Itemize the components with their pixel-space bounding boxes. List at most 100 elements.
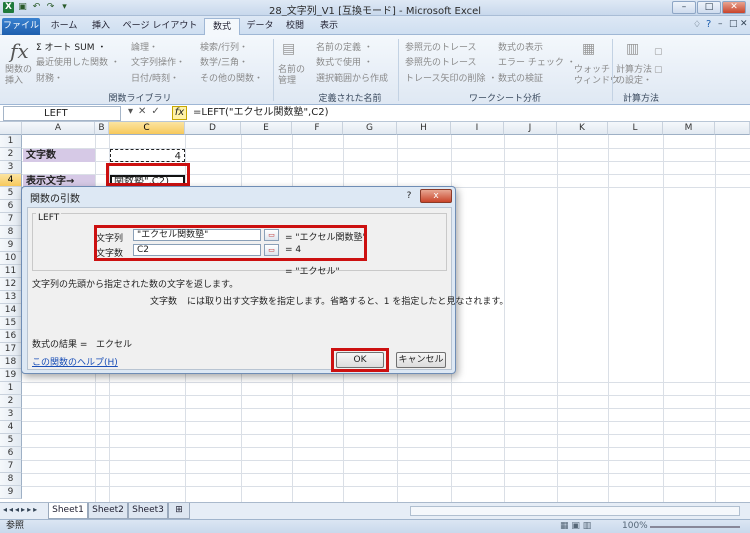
row-header[interactable]: 9 [0, 239, 22, 252]
name-manager-button[interactable]: 名前の 管理 [278, 65, 305, 87]
row-header[interactable]: 16 [0, 330, 22, 343]
column-header[interactable]: C [109, 122, 185, 135]
column-header[interactable]: H [397, 122, 451, 135]
insert-function-button[interactable]: 関数の 挿入 [5, 65, 32, 87]
calc-now-icon[interactable]: ▢ [654, 47, 663, 57]
row-header[interactable]: 7 [0, 460, 22, 473]
row-header[interactable]: 2 [0, 395, 22, 408]
row-header[interactable]: 3 [0, 161, 22, 174]
row-header[interactable]: 12 [0, 278, 22, 291]
dropdown-icon[interactable]: ▾ [128, 106, 133, 117]
maximize-button[interactable]: □ [697, 1, 721, 14]
column-header[interactable]: F [292, 122, 343, 135]
ok-button[interactable]: OK [336, 352, 384, 368]
logical-button[interactable]: 論理・ [131, 40, 158, 53]
function-help-link[interactable]: この関数のヘルプ(H) [32, 355, 118, 368]
arg2-input[interactable]: C2 [133, 244, 261, 256]
autosum-button[interactable]: Σ オート SUM ・ [36, 40, 106, 53]
row-header[interactable]: 18 [0, 356, 22, 369]
column-header[interactable]: A [22, 122, 95, 135]
evaluate-formula-button[interactable]: 数式の検証 [498, 71, 543, 84]
enter-icon[interactable]: ✓ [151, 106, 159, 117]
column-header[interactable]: K [557, 122, 608, 135]
tab-file[interactable]: ファイル [2, 18, 40, 35]
trace-dependents-button[interactable]: 参照先のトレース [405, 55, 477, 68]
row-header[interactable]: 6 [0, 200, 22, 213]
text-functions-button[interactable]: 文字列操作・ [131, 55, 185, 68]
row-header[interactable]: 2 [0, 148, 22, 161]
error-checking-button[interactable]: エラー チェック ・ [498, 55, 576, 68]
row-header[interactable]: 19 [0, 369, 22, 382]
row-header[interactable]: 14 [0, 304, 22, 317]
select-all-corner[interactable] [0, 122, 22, 135]
row-header[interactable]: 17 [0, 343, 22, 356]
arg2-collapse-icon[interactable]: ▭ [264, 244, 279, 256]
row-header[interactable]: 7 [0, 213, 22, 226]
row-header[interactable]: 13 [0, 291, 22, 304]
formula-input[interactable]: =LEFT("エクセル関数塾",C2) [193, 106, 328, 120]
row-header[interactable]: 3 [0, 408, 22, 421]
sheet-tab-3[interactable]: Sheet3 [128, 503, 168, 519]
row-header[interactable]: 11 [0, 265, 22, 278]
column-header[interactable]: L [608, 122, 663, 135]
doc-restore-icon[interactable]: □ [729, 19, 738, 29]
row-header[interactable]: 1 [0, 135, 22, 148]
create-from-selection-button[interactable]: 選択範囲から作成 [316, 71, 388, 84]
row-header[interactable]: 8 [0, 473, 22, 486]
row-header[interactable]: 15 [0, 317, 22, 330]
row-header[interactable]: 1 [0, 382, 22, 395]
minimize-button[interactable]: – [672, 1, 696, 14]
dialog-close-button[interactable]: x [420, 189, 452, 203]
cell-a2-label[interactable]: 文字数 [23, 149, 95, 162]
calc-sheet-icon[interactable]: ▢ [654, 65, 663, 75]
tab-view[interactable]: 表示 [314, 18, 344, 35]
math-trig-button[interactable]: 数学/三角・ [200, 55, 248, 68]
cancel-icon[interactable]: ✕ [138, 106, 146, 117]
sheet-nav-icons[interactable]: ◂◂◂▸▸▸ [3, 505, 39, 514]
cell-c2-value[interactable]: 4 [110, 149, 185, 162]
row-header[interactable]: 10 [0, 252, 22, 265]
help-icon[interactable]: ? [706, 19, 711, 30]
row-header[interactable]: 6 [0, 447, 22, 460]
more-functions-button[interactable]: その他の関数・ [200, 71, 263, 84]
row-header[interactable]: 5 [0, 187, 22, 200]
row-header[interactable]: 8 [0, 226, 22, 239]
column-header[interactable]: D [185, 122, 241, 135]
insert-sheet-icon[interactable]: ⊞ [168, 503, 190, 519]
define-name-button[interactable]: 名前の定義 ・ [316, 40, 373, 53]
tab-formulas[interactable]: 数式 [204, 18, 240, 35]
recent-functions-button[interactable]: 最近使用した関数 ・ [36, 55, 120, 68]
arg1-input[interactable]: "エクセル関数塾" [133, 229, 261, 241]
calc-options-button[interactable]: 計算方法 の設定・ [616, 65, 652, 87]
financial-button[interactable]: 財務・ [36, 71, 63, 84]
zoom-slider[interactable] [650, 526, 740, 528]
view-buttons[interactable]: ▦ ▣ ▥ [560, 520, 591, 533]
show-formulas-button[interactable]: 数式の表示 [498, 40, 543, 53]
tab-review[interactable]: 校閲 [280, 18, 310, 35]
sheet-tab-2[interactable]: Sheet2 [88, 503, 128, 519]
column-header[interactable]: J [504, 122, 557, 135]
doc-minimize-icon[interactable]: – [718, 19, 723, 29]
horizontal-scrollbar[interactable] [410, 506, 740, 516]
row-header[interactable]: 9 [0, 486, 22, 499]
doc-close-icon[interactable]: ✕ [740, 19, 748, 29]
arg1-collapse-icon[interactable]: ▭ [264, 229, 279, 241]
date-time-button[interactable]: 日付/時刻・ [131, 71, 179, 84]
cancel-button[interactable]: キャンセル [396, 352, 446, 368]
column-header[interactable]: I [451, 122, 504, 135]
insert-function-fx-button[interactable]: fx [172, 106, 187, 120]
close-window-button[interactable]: ✕ [722, 1, 746, 14]
name-box[interactable]: LEFT [3, 106, 121, 121]
remove-arrows-button[interactable]: トレース矢印の削除 ・ [405, 71, 497, 84]
tab-page-layout[interactable]: ページ レイアウト [120, 18, 200, 35]
row-header[interactable]: 5 [0, 434, 22, 447]
sheet-tab-1[interactable]: Sheet1 [48, 503, 88, 519]
column-header[interactable]: M [663, 122, 715, 135]
zoom-level[interactable]: 100% [622, 520, 648, 533]
row-header[interactable]: 4 [0, 421, 22, 434]
tab-insert[interactable]: 挿入 [86, 18, 116, 35]
column-header[interactable]: G [343, 122, 397, 135]
column-header[interactable]: B [95, 122, 109, 135]
row-header[interactable]: 4 [0, 174, 22, 187]
column-header[interactable]: E [241, 122, 292, 135]
